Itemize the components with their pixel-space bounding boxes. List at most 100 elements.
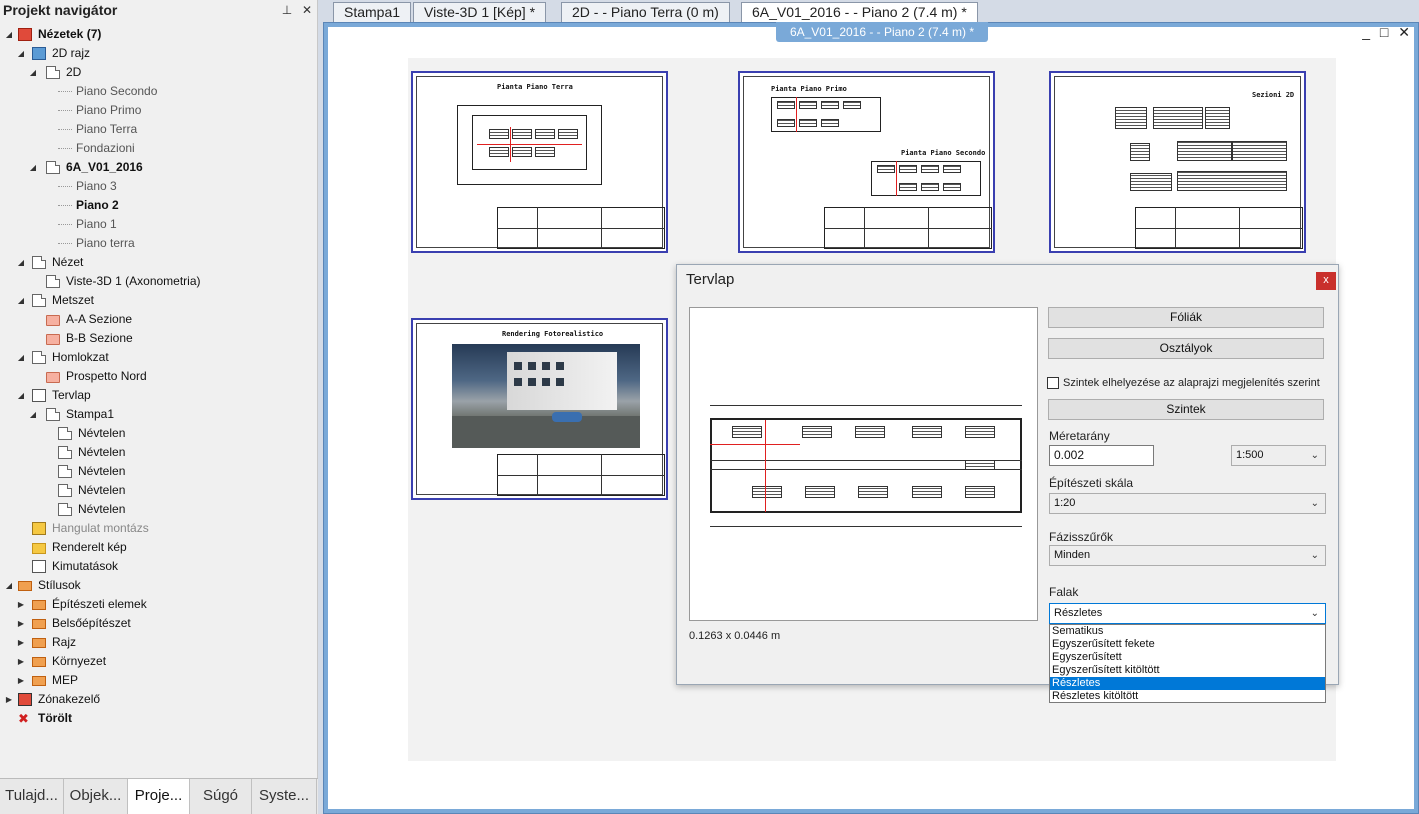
panel-tab[interactable]: Objek... — [64, 779, 128, 814]
tree-item[interactable]: ◢ 6A_V01_2016 — [0, 158, 318, 177]
collapse-arrow-icon[interactable]: ▶ — [4, 690, 14, 709]
classes-button[interactable]: Osztályok — [1048, 338, 1324, 359]
expand-arrow-icon[interactable]: ◢ — [28, 63, 38, 82]
tree-item[interactable]: Névtelen — [0, 424, 318, 443]
levels-button[interactable]: Szintek — [1048, 399, 1324, 420]
tree-item[interactable]: Piano Secondo — [0, 82, 318, 101]
sheet-thumbnail[interactable]: Pianta Piano Primo Pianta Piano Secondo — [738, 71, 995, 253]
walls-select[interactable]: Részletes ⌄ — [1049, 603, 1326, 624]
tree-item[interactable]: ✖ Törölt — [0, 709, 318, 728]
dialog-title: Tervlap — [686, 271, 735, 288]
phase-filter-select[interactable]: Minden ⌄ — [1049, 545, 1326, 566]
expand-arrow-icon[interactable]: ◢ — [4, 25, 14, 44]
tree-item[interactable]: Piano 1 — [0, 215, 318, 234]
layers-button[interactable]: Fóliák — [1048, 307, 1324, 328]
tree-item[interactable]: ▶ Építészeti elemek — [0, 595, 318, 614]
walls-option[interactable]: Egyszerűsített kitöltött — [1050, 664, 1325, 677]
walls-option[interactable]: Részletes kitöltött — [1050, 690, 1325, 703]
expand-arrow-icon[interactable]: ◢ — [16, 44, 26, 63]
tree-item[interactable]: ▶ Belsőépítészet — [0, 614, 318, 633]
elevation-drawing — [1130, 173, 1172, 191]
tree-item[interactable]: Névtelen — [0, 462, 318, 481]
dimensions-readout: 0.1263 x 0.0446 m — [689, 630, 781, 642]
room-hatch — [899, 165, 917, 173]
navigator-header: Projekt navigátor ⊥ ✕ — [0, 0, 317, 20]
title-block-line — [497, 475, 665, 476]
room-hatch — [512, 147, 532, 157]
walls-option[interactable]: Egyszerűsített fekete — [1050, 638, 1325, 651]
document-tab[interactable]: Stampa1 — [333, 2, 412, 22]
walls-option[interactable]: Részletes — [1050, 677, 1325, 690]
walls-option[interactable]: Egyszerűsített — [1050, 651, 1325, 664]
tree-item[interactable]: Piano Terra — [0, 120, 318, 139]
tree-item[interactable]: ▶ Rajz — [0, 633, 318, 652]
tree-item[interactable]: Piano 3 — [0, 177, 318, 196]
tree-item[interactable]: ◢ 2D — [0, 63, 318, 82]
tree-item[interactable]: Névtelen — [0, 481, 318, 500]
window-control-buttons[interactable]: _ □ ✕ — [1362, 24, 1413, 41]
expand-arrow-icon[interactable]: ◢ — [28, 158, 38, 177]
tree-item[interactable]: B-B Sezione — [0, 329, 318, 348]
sheet-thumbnail[interactable]: Rendering Fotorealistico — [411, 318, 668, 500]
expand-arrow-icon[interactable]: ◢ — [28, 405, 38, 424]
tree-item[interactable]: Viste-3D 1 (Axonometria) — [0, 272, 318, 291]
tree-item[interactable]: ◢ Metszet — [0, 291, 318, 310]
expand-arrow-icon[interactable]: ◢ — [4, 576, 14, 595]
floor-plan — [472, 115, 587, 170]
panel-tab[interactable]: Proje... — [128, 779, 190, 814]
tree-item-label: B-B Sezione — [66, 331, 133, 345]
walls-option[interactable]: Sematikus — [1050, 625, 1325, 638]
deleted-x-icon: ✖ — [18, 711, 29, 726]
expand-arrow-icon[interactable]: ◢ — [16, 291, 26, 310]
tree-item[interactable]: ◢ Stampa1 — [0, 405, 318, 424]
tree-item[interactable]: A-A Sezione — [0, 310, 318, 329]
scale-select[interactable]: 1:500 ⌄ — [1231, 445, 1326, 466]
tree-item[interactable]: ◢ Tervlap — [0, 386, 318, 405]
scale-input[interactable]: 0.002 — [1049, 445, 1154, 466]
tree-item[interactable]: Prospetto Nord — [0, 367, 318, 386]
tree-item[interactable]: ◢ Nézetek (7) — [0, 25, 318, 44]
expand-arrow-icon[interactable]: ◢ — [16, 386, 26, 405]
tree-item[interactable]: Piano Primo — [0, 101, 318, 120]
tree-item[interactable]: Kimutatások — [0, 557, 318, 576]
collapse-arrow-icon[interactable]: ▶ — [16, 671, 26, 690]
document-tab[interactable]: 6A_V01_2016 - - Piano 2 (7.4 m) * — [741, 2, 978, 22]
tree-item[interactable]: Renderelt kép — [0, 538, 318, 557]
tree-item[interactable]: Hangulat montázs — [0, 519, 318, 538]
arch-scale-select[interactable]: 1:20 ⌄ — [1049, 493, 1326, 514]
tree-item[interactable]: ◢ Nézet — [0, 253, 318, 272]
sheet-thumbnail[interactable]: Sezioni 2D — [1049, 71, 1306, 253]
tree-item[interactable]: ◢ Stílusok — [0, 576, 318, 595]
tree-item[interactable]: ▶ MEP — [0, 671, 318, 690]
pin-icon[interactable]: ⊥ — [277, 3, 297, 17]
sheet-thumbnail[interactable]: Pianta Piano Terra — [411, 71, 668, 253]
document-tab[interactable]: 2D - - Piano Terra (0 m) — [561, 2, 730, 22]
tree-item[interactable]: ▶ Környezet — [0, 652, 318, 671]
tree-item[interactable]: ◢ 2D rajz — [0, 44, 318, 63]
document-tab[interactable]: Viste-3D 1 [Kép] * — [413, 2, 547, 22]
tree-connector — [58, 148, 72, 149]
collapse-arrow-icon[interactable]: ▶ — [16, 633, 26, 652]
title-block-line — [497, 228, 665, 229]
collapse-arrow-icon[interactable]: ▶ — [16, 595, 26, 614]
tree-item[interactable]: Névtelen — [0, 500, 318, 519]
tree-item[interactable]: Névtelen — [0, 443, 318, 462]
tree-item[interactable]: Piano terra — [0, 234, 318, 253]
collapse-arrow-icon[interactable]: ▶ — [16, 652, 26, 671]
panel-tab[interactable]: Súgó — [190, 779, 252, 814]
close-icon[interactable]: ✕ — [297, 3, 317, 17]
room-hatch — [489, 129, 509, 139]
panel-tab[interactable]: Syste... — [252, 779, 317, 814]
expand-arrow-icon[interactable]: ◢ — [16, 348, 26, 367]
collapse-arrow-icon[interactable]: ▶ — [16, 614, 26, 633]
tree-item[interactable]: Fondazioni — [0, 139, 318, 158]
levels-placement-checkbox[interactable] — [1047, 377, 1059, 389]
tree-item[interactable]: ▶ Zónakezelő — [0, 690, 318, 709]
panel-tab[interactable]: Tulajd... — [0, 779, 64, 814]
tree-item-label: MEP — [52, 673, 79, 687]
tree-item[interactable]: ◢ Homlokzat — [0, 348, 318, 367]
dialog-close-button[interactable]: x — [1316, 272, 1336, 290]
expand-arrow-icon[interactable]: ◢ — [16, 253, 26, 272]
tree-item[interactable]: Piano 2 — [0, 196, 318, 215]
page-icon — [46, 275, 60, 288]
